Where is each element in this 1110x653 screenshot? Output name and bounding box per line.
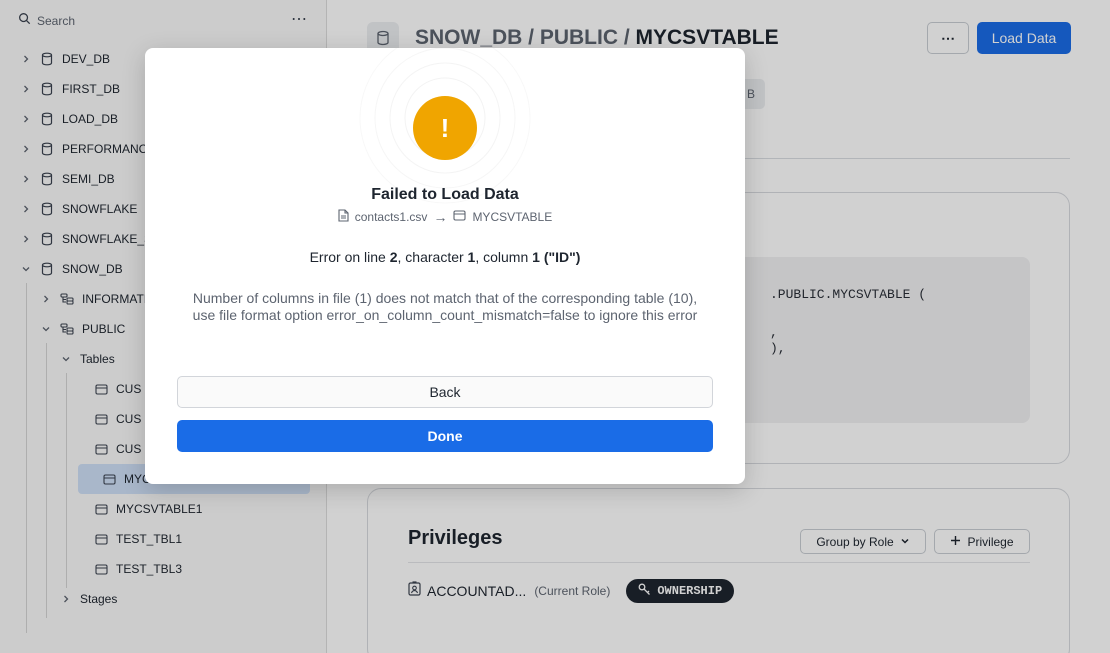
target-table-name: MYCSVTABLE <box>472 210 553 224</box>
warning-icon: ! <box>413 96 477 160</box>
load-route: contacts1.csv → MYCSVTABLE <box>145 209 745 225</box>
error-line-number: 2 <box>389 249 398 265</box>
dialog-title: Failed to Load Data <box>371 186 519 203</box>
arrow-right-icon: → <box>433 209 448 225</box>
source-file-name: contacts1.csv <box>354 210 428 224</box>
error-prefix: Error on line <box>309 249 390 265</box>
error-message: Number of columns in file (1) does not m… <box>192 290 698 323</box>
back-button[interactable]: Back <box>177 376 713 408</box>
file-icon <box>338 209 349 225</box>
error-col-number: 1 ("ID") <box>532 249 581 265</box>
done-button[interactable]: Done <box>177 420 713 452</box>
error-char-label: , character <box>397 249 468 265</box>
error-location: Error on line 2, character 1, column 1 (… <box>145 249 745 265</box>
error-col-label: , column <box>475 249 533 265</box>
table-icon <box>453 210 466 224</box>
load-error-dialog: ! Failed to Load Data contacts1.csv → MY… <box>145 48 745 484</box>
